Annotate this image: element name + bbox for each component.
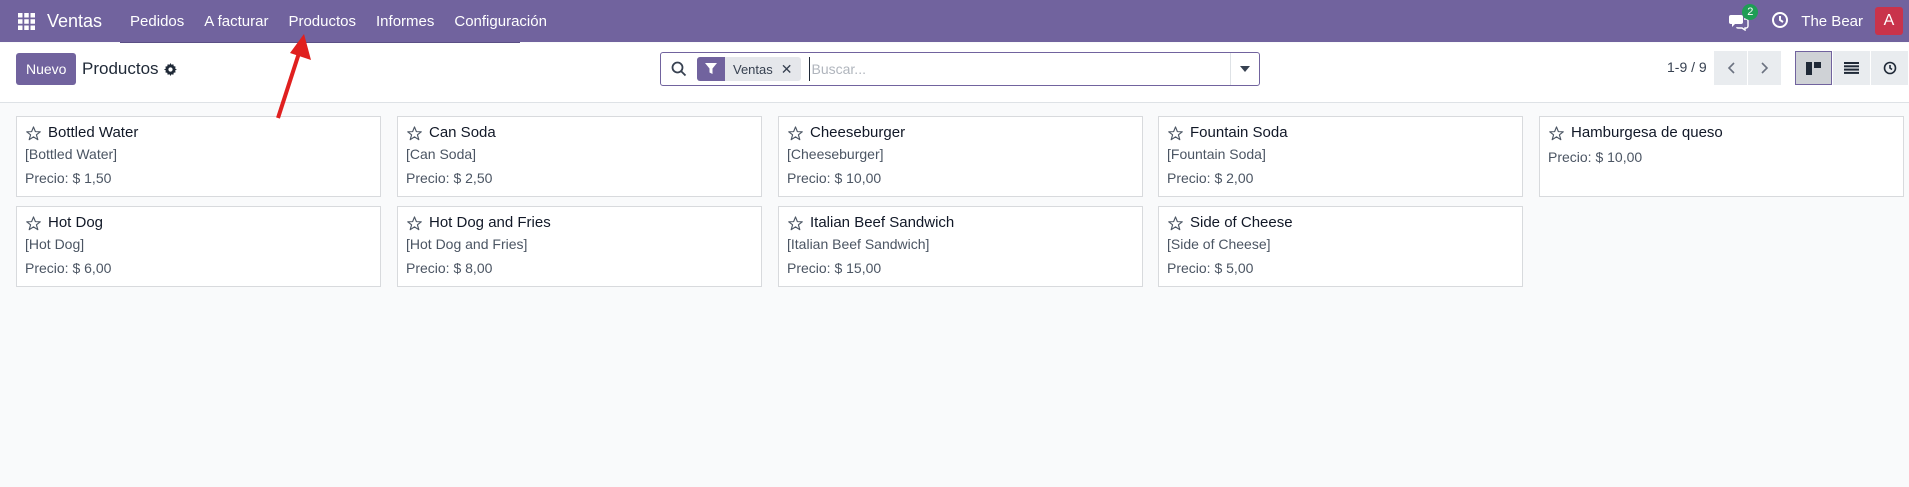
product-card[interactable]: Can Soda [Can Soda] Precio: $ 2,50 [397,116,762,197]
search-bar: Ventas ✕ [660,52,1260,86]
user-avatar[interactable]: A [1875,7,1903,35]
apps-menu-button[interactable] [12,7,40,35]
product-price: Precio: $ 5,00 [1167,260,1254,276]
list-view-button[interactable] [1833,51,1870,85]
user-name[interactable]: The Bear [1801,13,1863,30]
grid-icon [17,12,35,30]
caret-down-icon [1240,66,1250,72]
product-card[interactable]: Side of Cheese [Side of Cheese] Precio: $ … [1158,206,1523,287]
search-input[interactable] [808,57,1230,81]
product-card[interactable]: Bottled Water [Bottled Water] Precio: $ 1,… [16,116,381,197]
star-icon[interactable] [788,216,803,231]
messages-button[interactable]: 2 [1729,4,1759,32]
product-reference: [Bottled Water] [25,146,118,162]
star-icon[interactable] [407,126,422,141]
menu-item-informes[interactable]: Informes [376,13,434,30]
star-icon[interactable] [26,216,41,231]
star-icon[interactable] [788,126,803,141]
view-switcher [1795,51,1908,85]
product-card[interactable]: Hot Dog and Fries [Hot Dog and Fries] Prec… [397,206,762,287]
product-reference: [Cheeseburger] [787,146,884,162]
breadcrumb: Productos [82,59,177,79]
product-name: Hot Dog [48,214,104,231]
activity-view-button[interactable] [1871,51,1908,85]
product-price: Precio: $ 10,00 [787,170,882,186]
search-facet: Ventas ✕ [697,57,801,81]
activities-button[interactable] [1771,11,1791,31]
product-price: Precio: $ 2,00 [1167,170,1254,186]
kanban-view-button[interactable] [1795,51,1832,85]
product-name: Cheeseburger [810,124,906,141]
messages-count-badge: 2 [1742,4,1759,20]
pager-value[interactable]: 1-9 / 9 [1667,59,1707,75]
star-icon[interactable] [407,216,422,231]
menu-item-configuracion[interactable]: Configuración [454,13,547,30]
star-icon[interactable] [1168,126,1183,141]
search-icon [671,61,687,77]
kanban-icon [1806,61,1821,75]
new-button[interactable]: Nuevo [16,53,77,85]
app-brand[interactable]: Ventas [47,11,102,32]
product-card[interactable]: Italian Beef Sandwich [Italian Beef Sandw… [778,206,1143,287]
chevron-left-icon [1727,62,1735,74]
star-icon[interactable] [1549,126,1564,141]
product-price: Precio: $ 6,00 [25,260,112,276]
search-options-toggle[interactable] [1230,53,1259,85]
product-price: Precio: $ 15,00 [787,260,882,276]
pager-buttons [1714,51,1781,85]
filter-icon [697,57,725,81]
menu-item-pedidos[interactable]: Pedidos [130,13,184,30]
chevron-right-icon [1760,62,1768,74]
product-name: Hamburgesa de queso [1571,124,1723,141]
product-card[interactable]: Cheeseburger [Cheeseburger] Precio: $ 10,0… [778,116,1143,197]
gear-icon[interactable] [163,62,177,76]
product-card[interactable]: Fountain Soda [Fountain Soda] Precio: $ 2,… [1158,116,1523,197]
page-title: Productos [82,59,159,78]
clock-icon [1883,61,1896,75]
product-name: Side of Cheese [1190,214,1293,231]
main-navbar: Ventas Pedidos A facturar Productos Info… [0,0,1909,42]
product-name: Italian Beef Sandwich [810,214,955,231]
list-icon [1844,62,1859,74]
product-name: Hot Dog and Fries [429,214,551,231]
star-icon[interactable] [1168,216,1183,231]
product-reference: [Can Soda] [406,146,477,162]
product-name: Can Soda [429,124,496,141]
clock-icon [1772,12,1789,28]
product-price: Precio: $ 1,50 [25,170,112,186]
product-name: Bottled Water [48,124,139,141]
product-reference: [Side of Cheese] [1167,236,1271,252]
menu-item-productos[interactable]: Productos [288,13,356,30]
product-reference: [Hot Dog and Fries] [406,236,528,252]
product-reference: [Hot Dog] [25,236,85,252]
product-price: Precio: $ 2,50 [406,170,493,186]
product-reference: [Italian Beef Sandwich] [787,236,930,252]
product-reference: [Fountain Soda] [1167,146,1266,162]
facet-value: Ventas [733,61,773,77]
product-card[interactable]: Hamburgesa de queso Precio: $ 10,00 [1539,116,1904,197]
pager-previous-button[interactable] [1714,51,1747,85]
menu-item-a-facturar[interactable]: A facturar [204,13,268,30]
product-price: Precio: $ 10,00 [1548,149,1643,165]
product-card[interactable]: Hot Dog [Hot Dog] Precio: $ 6,00 [16,206,381,287]
star-icon[interactable] [26,126,41,141]
product-price: Precio: $ 8,00 [406,260,493,276]
pager-next-button[interactable] [1748,51,1781,85]
product-name: Fountain Soda [1190,124,1288,141]
control-panel: Nuevo Productos Ventas ✕ 1-9 / 9 [0,43,1909,103]
remove-facet-button[interactable]: ✕ [781,61,801,78]
